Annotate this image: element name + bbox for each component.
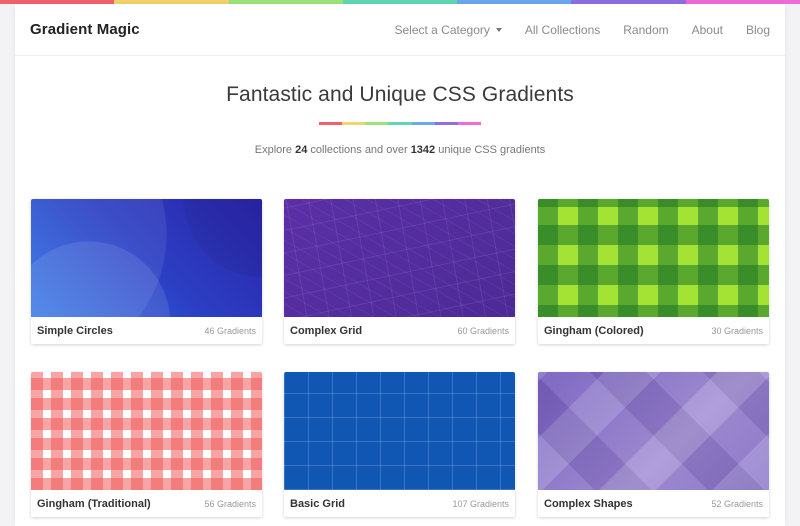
collection-count: 56 Gradients: [204, 498, 256, 509]
category-dropdown-label: Select a Category: [394, 22, 490, 37]
rainbow-divider: [319, 122, 481, 125]
page-title: Fantastic and Unique CSS Gradients: [226, 83, 574, 106]
subtitle-prefix: Explore: [254, 144, 296, 156]
hero: Fantastic and Unique CSS Gradients Explo…: [15, 56, 785, 156]
card-footer: Complex Grid 60 Gradients: [284, 317, 515, 344]
collection-title: Complex Grid: [290, 324, 363, 337]
nav-links: Select a Category All Collections Random…: [371, 4, 770, 55]
nav-blog[interactable]: Blog: [746, 23, 770, 37]
card-footer: Gingham (Colored) 30 Gradients: [538, 317, 769, 344]
hero-subtitle: Explore 24 collections and over 1342 uni…: [15, 144, 785, 156]
collection-title: Simple Circles: [37, 324, 113, 337]
divider-segment: [434, 122, 458, 125]
collection-title: Basic Grid: [290, 497, 346, 510]
divider-segment: [388, 122, 412, 125]
divider-segment: [457, 122, 481, 125]
divider-segment: [342, 122, 366, 125]
subtitle-suffix: unique CSS gradients: [435, 144, 546, 156]
divider-segment: [365, 122, 389, 125]
card-footer: Basic Grid 107 Gradients: [284, 490, 515, 517]
collection-card-complex-shapes[interactable]: Complex Shapes 52 Gradients: [538, 372, 769, 517]
card-footer: Gingham (Traditional) 56 Gradients: [31, 490, 262, 517]
collection-thumbnail: [284, 372, 515, 490]
collection-count: 52 Gradients: [711, 498, 763, 509]
nav-about[interactable]: About: [692, 23, 723, 37]
card-footer: Simple Circles 46 Gradients: [31, 317, 262, 344]
navbar: Gradient Magic Select a Category All Col…: [15, 4, 785, 56]
collection-card-gingham-colored[interactable]: Gingham (Colored) 30 Gradients: [538, 199, 769, 344]
nav-random[interactable]: Random: [623, 23, 668, 37]
collection-card-basic-grid[interactable]: Basic Grid 107 Gradients: [284, 372, 515, 517]
category-dropdown[interactable]: Select a Category: [394, 22, 502, 37]
divider-segment: [411, 122, 435, 125]
brand-logo[interactable]: Gradient Magic: [30, 21, 140, 38]
collection-thumbnail: [31, 372, 262, 490]
collections-count: 24: [295, 144, 308, 156]
collection-thumbnail: [538, 199, 769, 317]
collection-title: Gingham (Colored): [544, 324, 644, 337]
collection-thumbnail: [31, 199, 262, 317]
page-container: Gradient Magic Select a Category All Col…: [15, 4, 785, 526]
collection-card-complex-grid[interactable]: Complex Grid 60 Gradients: [284, 199, 515, 344]
card-footer: Complex Shapes 52 Gradients: [538, 490, 769, 517]
collection-count: 107 Gradients: [452, 498, 509, 509]
collection-title: Gingham (Traditional): [37, 497, 151, 510]
collection-thumbnail: [284, 199, 515, 317]
collection-count: 30 Gradients: [711, 325, 763, 336]
collection-title: Complex Shapes: [544, 497, 633, 510]
collection-thumbnail: [538, 372, 769, 490]
collection-card-gingham-traditional[interactable]: Gingham (Traditional) 56 Gradients: [31, 372, 262, 517]
caret-down-icon: [495, 27, 502, 32]
divider-segment: [319, 122, 343, 125]
subtitle-middle: collections and over: [307, 144, 411, 156]
collection-card-simple-circles[interactable]: Simple Circles 46 Gradients: [31, 199, 262, 344]
gradients-count: 1342: [410, 144, 436, 156]
collection-count: 60 Gradients: [457, 325, 509, 336]
collection-count: 46 Gradients: [204, 325, 256, 336]
nav-all-collections[interactable]: All Collections: [525, 23, 600, 37]
